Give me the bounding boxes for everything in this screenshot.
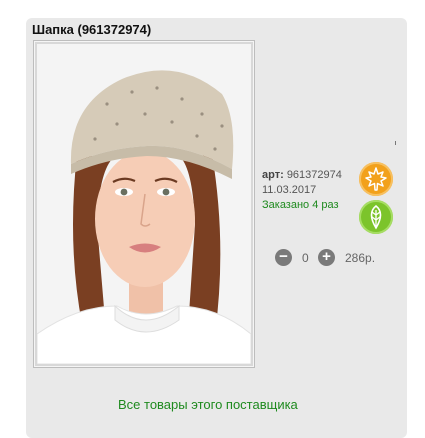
price: 286р. [345, 251, 376, 265]
divider-mark [395, 141, 396, 145]
product-image [37, 44, 251, 364]
product-title: Шапка (961372974) [32, 22, 152, 37]
supplier-products-link[interactable]: Все товары этого поставщика [118, 397, 298, 412]
product-meta: арт: 961372974 11.03.2017 Заказано 4 раз [262, 168, 342, 213]
ordered-count: Заказано 4 раз [262, 199, 339, 211]
leaf-icon[interactable] [359, 200, 393, 234]
article-number: 961372974 [286, 169, 342, 181]
article-line: арт: 961372974 [262, 168, 342, 183]
product-date: 11.03.2017 [262, 184, 317, 196]
maple-leaf-icon[interactable] [359, 162, 393, 196]
product-photo[interactable] [33, 40, 255, 368]
increase-quantity-button[interactable]: + [318, 249, 335, 266]
decrease-quantity-button[interactable]: − [275, 249, 292, 266]
quantity-value: 0 [302, 251, 309, 265]
article-label: арт: [262, 169, 284, 181]
